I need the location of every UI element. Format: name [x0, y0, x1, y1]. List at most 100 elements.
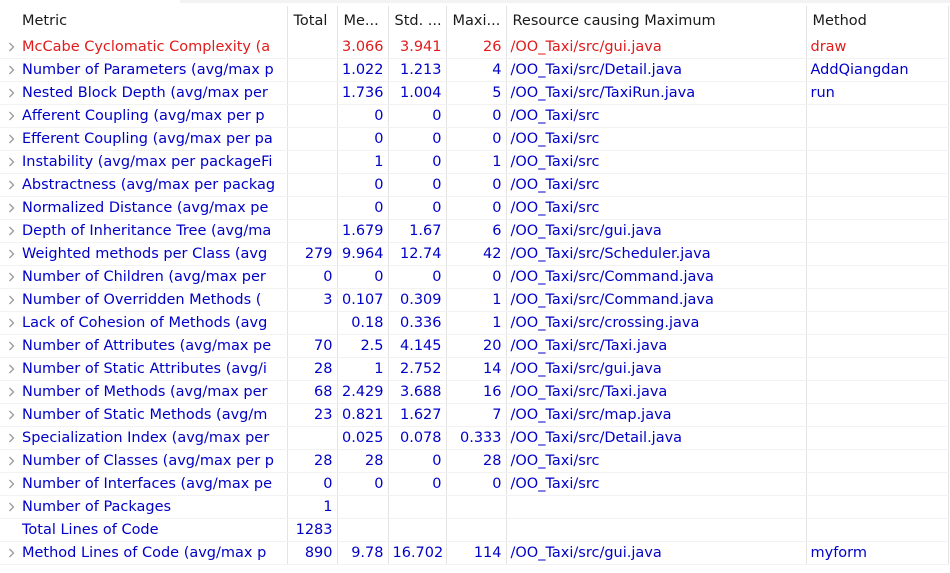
table-row[interactable]: Number of Attributes (avg/max pe 70 2.5 4.1… — [0, 334, 949, 358]
chevron-right-icon[interactable] — [4, 473, 18, 495]
cell-mean: 2.429 — [337, 380, 389, 404]
metrics-view: Metric Total Me... Std. ... Maxi... Reso… — [0, 0, 950, 573]
chevron-right-icon[interactable] — [4, 220, 18, 242]
cell-resource: /OO_Taxi/src/map.java — [506, 403, 807, 427]
cell-std-dev: 0 — [388, 449, 447, 473]
table-row[interactable]: Nested Block Depth (avg/max per 1.736 1.00… — [0, 81, 949, 105]
table-row[interactable]: Instability (avg/max per packageFi 1 0 1/OO… — [0, 150, 949, 174]
cell-method — [806, 104, 949, 128]
chevron-right-icon[interactable] — [4, 243, 18, 265]
table-row[interactable]: Number of Interfaces (avg/max pe 0 0 0 0/OO_… — [0, 472, 949, 496]
cell-metric: Number of Static Methods (avg/m — [0, 403, 288, 427]
cell-resource: /OO_Taxi/src — [506, 472, 807, 496]
table-row[interactable]: Lack of Cohesion of Methods (avg 0.18 0.33… — [0, 311, 949, 335]
chevron-right-icon[interactable] — [4, 289, 18, 311]
cell-resource: /OO_Taxi/src/TaxiRun.java — [506, 81, 807, 105]
cell-metric: Abstractness (avg/max per packag — [0, 173, 288, 197]
chevron-right-icon[interactable] — [4, 358, 18, 380]
cell-resource: /OO_Taxi/src/Command.java — [506, 265, 807, 289]
chevron-right-icon[interactable] — [4, 404, 18, 426]
table-row[interactable]: Normalized Distance (avg/max pe 0 0 0/OO_Ta… — [0, 196, 949, 220]
metrics-table-body: McCabe Cyclomatic Complexity (a 3.066 3.94… — [0, 36, 949, 565]
chevron-right-icon[interactable] — [4, 427, 18, 449]
table-row[interactable]: Afferent Coupling (avg/max per p 0 0 0/OO_T… — [0, 104, 949, 128]
cell-maximum: 0 — [446, 472, 507, 496]
column-header-mean[interactable]: Me... — [337, 6, 389, 36]
cell-std-dev: 1.627 — [388, 403, 447, 427]
cell-maximum: 0 — [446, 173, 507, 197]
chevron-right-icon[interactable] — [4, 105, 18, 127]
cell-method — [806, 426, 949, 450]
table-row[interactable]: Total Lines of Code 1283 — [0, 518, 949, 542]
metric-label: Number of Interfaces (avg/max pe — [22, 476, 273, 492]
table-row[interactable]: Number of Overridden Methods (3 0.107 0.30… — [0, 288, 949, 312]
metric-label: Number of Packages — [22, 499, 172, 515]
cell-maximum: 7 — [446, 403, 507, 427]
cell-resource: /OO_Taxi/src/gui.java — [506, 357, 807, 381]
table-row[interactable]: Method Lines of Code (avg/max p 890 9.78 16… — [0, 541, 949, 565]
cell-resource: /OO_Taxi/src — [506, 449, 807, 473]
cell-method — [806, 495, 949, 519]
column-header-metric[interactable]: Metric — [0, 6, 288, 36]
table-row[interactable]: Number of Methods (avg/max per 68 2.429 3.6… — [0, 380, 949, 404]
table-row[interactable]: Number of Parameters (avg/max p 1.022 1.21… — [0, 58, 949, 82]
cell-resource: /OO_Taxi/src/gui.java — [506, 219, 807, 243]
metric-label: Efferent Coupling (avg/max per pa — [22, 131, 273, 147]
cell-mean: 0 — [337, 173, 389, 197]
chevron-right-icon[interactable] — [4, 59, 18, 81]
table-row[interactable]: Number of Static Attributes (avg/i 28 1 2.7… — [0, 357, 949, 381]
table-row[interactable]: Number of Packages 1 — [0, 495, 949, 519]
table-row[interactable]: McCabe Cyclomatic Complexity (a 3.066 3.94… — [0, 36, 949, 59]
chevron-right-icon[interactable] — [4, 82, 18, 104]
cell-resource: /OO_Taxi/src — [506, 150, 807, 174]
cell-total — [287, 58, 338, 82]
chevron-right-icon[interactable] — [4, 542, 18, 564]
column-header-resource[interactable]: Resource causing Maximum — [506, 6, 807, 36]
cell-mean: 0 — [337, 104, 389, 128]
chevron-right-icon[interactable] — [4, 197, 18, 219]
table-row[interactable]: Number of Classes (avg/max per p 28 28 0 28/… — [0, 449, 949, 473]
chevron-right-icon[interactable] — [4, 381, 18, 403]
cell-metric: Depth of Inheritance Tree (avg/ma — [0, 219, 288, 243]
cell-mean — [337, 518, 389, 542]
cell-maximum — [446, 518, 507, 542]
column-header-maximum[interactable]: Maxi... — [446, 6, 507, 36]
chevron-right-icon[interactable] — [4, 450, 18, 472]
cell-total: 0 — [287, 472, 338, 496]
metric-label: Number of Children (avg/max per — [22, 269, 266, 285]
table-row[interactable]: Specialization Index (avg/max per 0.025 0.… — [0, 426, 949, 450]
chevron-right-icon[interactable] — [4, 266, 18, 288]
table-row[interactable]: Abstractness (avg/max per packag 0 0 0/OO_T… — [0, 173, 949, 197]
table-row[interactable]: Weighted methods per Class (avg 279 9.964 1… — [0, 242, 949, 266]
table-row[interactable]: Number of Static Methods (avg/m 23 0.821 1.… — [0, 403, 949, 427]
cell-maximum: 0 — [446, 104, 507, 128]
column-header-total[interactable]: Total — [287, 6, 338, 36]
column-header-std-dev[interactable]: Std. ... — [388, 6, 447, 36]
metric-label: Method Lines of Code (avg/max p — [22, 545, 267, 561]
column-header-method[interactable]: Method — [806, 6, 949, 36]
cell-mean: 0 — [337, 127, 389, 151]
cell-maximum: 28 — [446, 449, 507, 473]
cell-total — [287, 196, 338, 220]
cell-method — [806, 219, 949, 243]
chevron-right-icon[interactable] — [4, 335, 18, 357]
cell-mean: 0.107 — [337, 288, 389, 312]
table-row[interactable]: Efferent Coupling (avg/max per pa 0 0 0/OO_… — [0, 127, 949, 151]
chevron-right-icon[interactable] — [4, 496, 18, 518]
chevron-right-icon[interactable] — [4, 36, 18, 58]
cell-std-dev: 0.309 — [388, 288, 447, 312]
chevron-right-icon[interactable] — [4, 312, 18, 334]
cell-std-dev: 1.004 — [388, 81, 447, 105]
cell-std-dev: 0 — [388, 173, 447, 197]
chevron-right-icon[interactable] — [4, 151, 18, 173]
cell-maximum: 114 — [446, 541, 507, 565]
table-row[interactable]: Depth of Inheritance Tree (avg/ma 1.679 1.… — [0, 219, 949, 243]
chevron-right-icon[interactable] — [4, 128, 18, 150]
cell-resource: /OO_Taxi/src/Detail.java — [506, 58, 807, 82]
cell-total: 1 — [287, 495, 338, 519]
chevron-right-icon[interactable] — [4, 174, 18, 196]
cell-std-dev: 0 — [388, 150, 447, 174]
cell-maximum: 0 — [446, 196, 507, 220]
table-row[interactable]: Number of Children (avg/max per 0 0 0 0/OO_T… — [0, 265, 949, 289]
cell-metric: Instability (avg/max per packageFi — [0, 150, 288, 174]
